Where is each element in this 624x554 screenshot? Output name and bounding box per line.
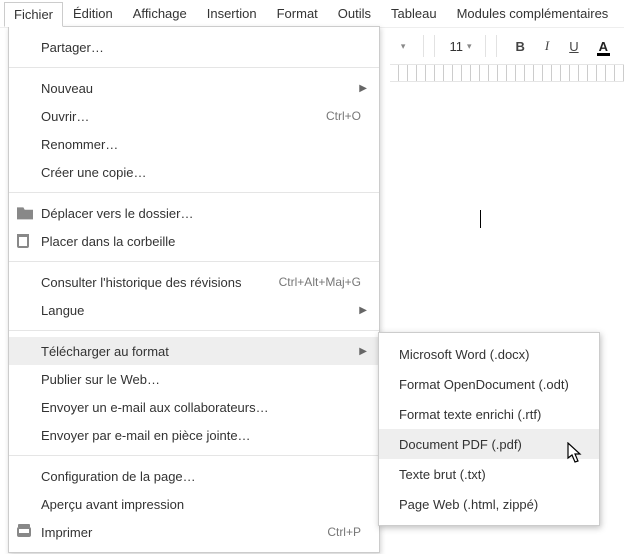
separator (496, 35, 497, 57)
file-share[interactable]: Partager… (9, 33, 379, 61)
chevron-down-icon: ▾ (401, 41, 406, 52)
file-new[interactable]: Nouveau ▶ (9, 74, 379, 102)
text-color-button[interactable]: A (591, 32, 616, 60)
submenu-arrow-icon: ▶ (359, 346, 367, 357)
menu-affichage[interactable]: Affichage (123, 1, 197, 26)
file-publish[interactable]: Publier sur le Web… (9, 365, 379, 393)
download-html[interactable]: Page Web (.html, zippé) (379, 489, 599, 519)
chevron-down-icon: ▾ (467, 41, 472, 52)
file-print-preview[interactable]: Aperçu avant impression (9, 490, 379, 518)
font-size-selector[interactable]: 11 ▾ (434, 35, 486, 57)
toolbar-more[interactable]: ▾ (389, 32, 414, 60)
download-odt[interactable]: Format OpenDocument (.odt) (379, 369, 599, 399)
folder-icon (17, 205, 33, 221)
separator (423, 35, 424, 57)
font-size-value: 11 (449, 39, 463, 54)
menu-bar: Fichier Édition Affichage Insertion Form… (0, 0, 624, 28)
file-email-attach[interactable]: Envoyer par e-mail en pièce jointe… (9, 421, 379, 449)
menu-separator (9, 455, 379, 456)
download-txt[interactable]: Texte brut (.txt) (379, 459, 599, 489)
file-page-setup[interactable]: Configuration de la page… (9, 462, 379, 490)
file-open[interactable]: Ouvrir… Ctrl+O (9, 102, 379, 130)
file-revisions[interactable]: Consulter l'historique des révisions Ctr… (9, 268, 379, 296)
file-email-collab[interactable]: Envoyer un e-mail aux collaborateurs… (9, 393, 379, 421)
ruler-ticks (390, 64, 624, 82)
file-print[interactable]: Imprimer Ctrl+P (9, 518, 379, 546)
submenu-arrow-icon: ▶ (359, 83, 367, 94)
shortcut-label: Ctrl+P (327, 525, 361, 539)
file-move[interactable]: Déplacer vers le dossier… (9, 199, 379, 227)
file-rename[interactable]: Renommer… (9, 130, 379, 158)
menu-fichier[interactable]: Fichier (4, 2, 63, 27)
printer-icon (17, 527, 31, 537)
menu-separator (9, 261, 379, 262)
download-pdf[interactable]: Document PDF (.pdf) (379, 429, 599, 459)
menu-insertion[interactable]: Insertion (197, 1, 267, 26)
text-caret (480, 210, 481, 228)
menu-modules[interactable]: Modules complémentaires (447, 1, 619, 26)
shortcut-label: Ctrl+Alt+Maj+G (279, 275, 361, 289)
italic-button[interactable]: I (537, 32, 557, 60)
menu-edition[interactable]: Édition (63, 1, 123, 26)
menu-format[interactable]: Format (267, 1, 328, 26)
download-docx[interactable]: Microsoft Word (.docx) (379, 339, 599, 369)
menu-tableau[interactable]: Tableau (381, 1, 447, 26)
download-as-submenu: Microsoft Word (.docx) Format OpenDocume… (378, 332, 600, 526)
menu-separator (9, 67, 379, 68)
file-language[interactable]: Langue ▶ (9, 296, 379, 324)
file-download-as[interactable]: Télécharger au format ▶ (9, 337, 379, 365)
menu-outils[interactable]: Outils (328, 1, 381, 26)
file-make-copy[interactable]: Créer une copie… (9, 158, 379, 186)
menu-separator (9, 192, 379, 193)
menu-separator (9, 330, 379, 331)
bold-button[interactable]: B (507, 32, 532, 60)
trash-icon (17, 234, 29, 248)
submenu-arrow-icon: ▶ (359, 305, 367, 316)
download-rtf[interactable]: Format texte enrichi (.rtf) (379, 399, 599, 429)
file-menu-dropdown: Partager… Nouveau ▶ Ouvrir… Ctrl+O Renom… (8, 26, 380, 553)
file-trash[interactable]: Placer dans la corbeille (9, 227, 379, 255)
underline-button[interactable]: U (561, 32, 586, 60)
shortcut-label: Ctrl+O (326, 109, 361, 123)
